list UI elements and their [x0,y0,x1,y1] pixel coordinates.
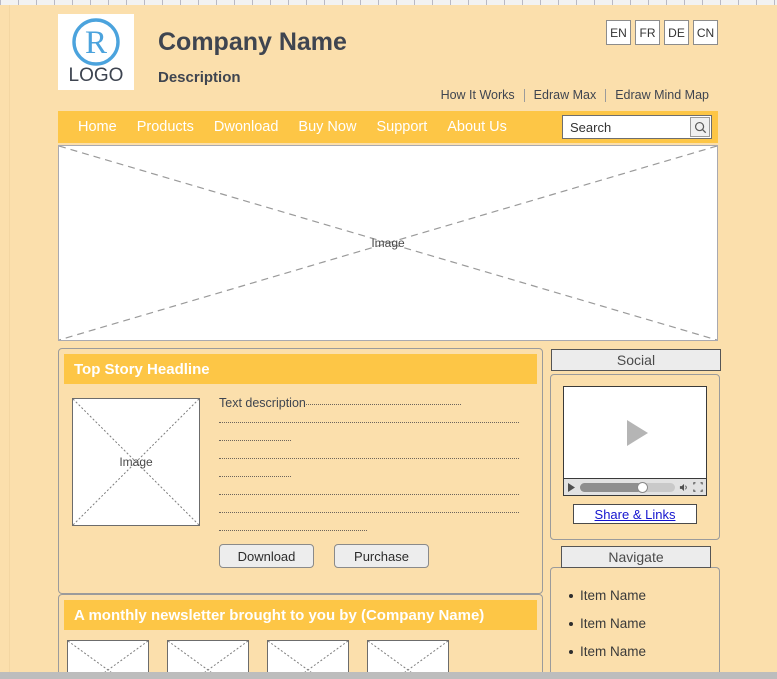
story-text-line [219,504,527,522]
logo[interactable]: R LOGO [58,14,134,90]
play-triangle-icon [627,419,648,446]
bullet-icon [569,593,573,598]
story-action-buttons: Download Purchase [219,544,429,568]
dotted-filler [219,468,291,477]
video-screen[interactable] [564,387,706,478]
utility-link-edraw-mind-map[interactable]: Edraw Mind Map [606,88,718,102]
navigate-item-label: Item Name [580,616,647,631]
sidebar-column: Social Share & Links Navigate Item Name … [550,348,721,679]
navigate-list-item[interactable]: Item Name [569,642,715,661]
nav-item-about-us[interactable]: About Us [437,119,517,135]
top-story-body: Image Text description Download Purchase [64,384,537,568]
story-text-line [219,468,527,486]
lang-button-cn[interactable]: CN [693,20,718,45]
dotted-filler [219,486,519,495]
company-name: Company Name [158,28,347,56]
nav-item-list: Home Products Dwonload Buy Now Support A… [68,119,517,135]
dotted-filler [305,396,461,405]
story-image-placeholder[interactable]: Image [72,398,200,526]
site-header: R LOGO Company Name Description EN FR DE… [58,10,718,110]
company-description: Description [158,69,241,86]
story-text-line [219,486,527,504]
video-player[interactable] [563,386,707,496]
story-text-line [219,414,527,432]
utility-link-how-it-works[interactable]: How It Works [432,88,524,102]
dotted-filler [219,522,367,531]
navigate-list-item[interactable]: Item Name [569,586,715,605]
story-text-line: Text description [219,396,527,414]
dotted-filler [219,504,519,513]
social-panel: Social Share & Links [550,349,721,540]
story-text-line [219,432,527,450]
window-bottom-strip [0,672,777,679]
nav-item-home[interactable]: Home [68,119,127,135]
page-left-margin [0,5,10,679]
download-button[interactable]: Download [219,544,314,568]
navigate-item-label: Item Name [580,588,647,603]
hero-image-placeholder[interactable]: Image [58,145,718,341]
progress-fill [580,482,642,492]
navigate-item-label: Item Name [580,644,647,659]
main-navigation: Home Products Dwonload Buy Now Support A… [58,111,718,143]
story-text-block: Text description [219,396,527,540]
share-and-links-label: Share & Links [594,506,676,522]
search-input[interactable] [563,116,690,138]
volume-icon [679,483,687,491]
utility-links: How It Works Edraw Max Edraw Mind Map [432,88,718,102]
registered-r-icon: R [70,17,122,67]
dotted-filler [219,414,519,423]
story-text-line [219,450,527,468]
nav-item-download[interactable]: Dwonload [204,119,289,135]
dotted-filler [219,450,519,459]
video-controls [564,478,706,495]
lang-button-fr[interactable]: FR [635,20,660,45]
navigate-panel-title: Navigate [561,546,711,568]
social-panel-title: Social [551,349,721,371]
newsletter-panel: A monthly newsletter brought to you by (… [58,594,543,679]
search-box [562,115,712,139]
story-text-line [219,522,527,540]
fullscreen-icon [693,482,703,492]
language-switcher: EN FR DE CN [606,20,718,45]
main-content-column: Top Story Headline Image Text descriptio… [58,348,543,594]
newsletter-headline: A monthly newsletter brought to you by (… [64,600,537,630]
lang-button-en[interactable]: EN [606,20,631,45]
dotted-filler [219,432,291,441]
navigate-item-list: Item Name Item Name Item Name [569,586,715,661]
svg-text:R: R [85,25,107,61]
purchase-button[interactable]: Purchase [334,544,429,568]
bullet-icon [569,649,573,654]
utility-link-edraw-max[interactable]: Edraw Max [525,88,606,102]
lang-button-de[interactable]: DE [664,20,689,45]
nav-item-products[interactable]: Products [127,119,204,135]
navigate-panel: Navigate Item Name Item Name Item Name [550,546,720,679]
hero-placeholder-label: Image [371,236,405,250]
progress-knob[interactable] [636,481,648,493]
nav-item-buy-now[interactable]: Buy Now [288,119,366,135]
share-and-links-button[interactable]: Share & Links [573,504,697,524]
top-story-headline: Top Story Headline [64,354,537,384]
story-placeholder-label: Image [119,455,153,469]
top-story-panel: Top Story Headline Image Text descriptio… [58,348,543,594]
video-progress-slider[interactable] [580,481,675,493]
ruler-strip [0,0,777,5]
nav-item-support[interactable]: Support [366,119,437,135]
logo-wordmark: LOGO [68,65,124,86]
bullet-icon [569,621,573,626]
search-icon[interactable] [690,117,710,137]
story-text-lead: Text description [219,396,306,410]
play-icon [568,482,575,492]
navigate-list-item[interactable]: Item Name [569,614,715,633]
wireframe-canvas: R LOGO Company Name Description EN FR DE… [0,0,777,679]
